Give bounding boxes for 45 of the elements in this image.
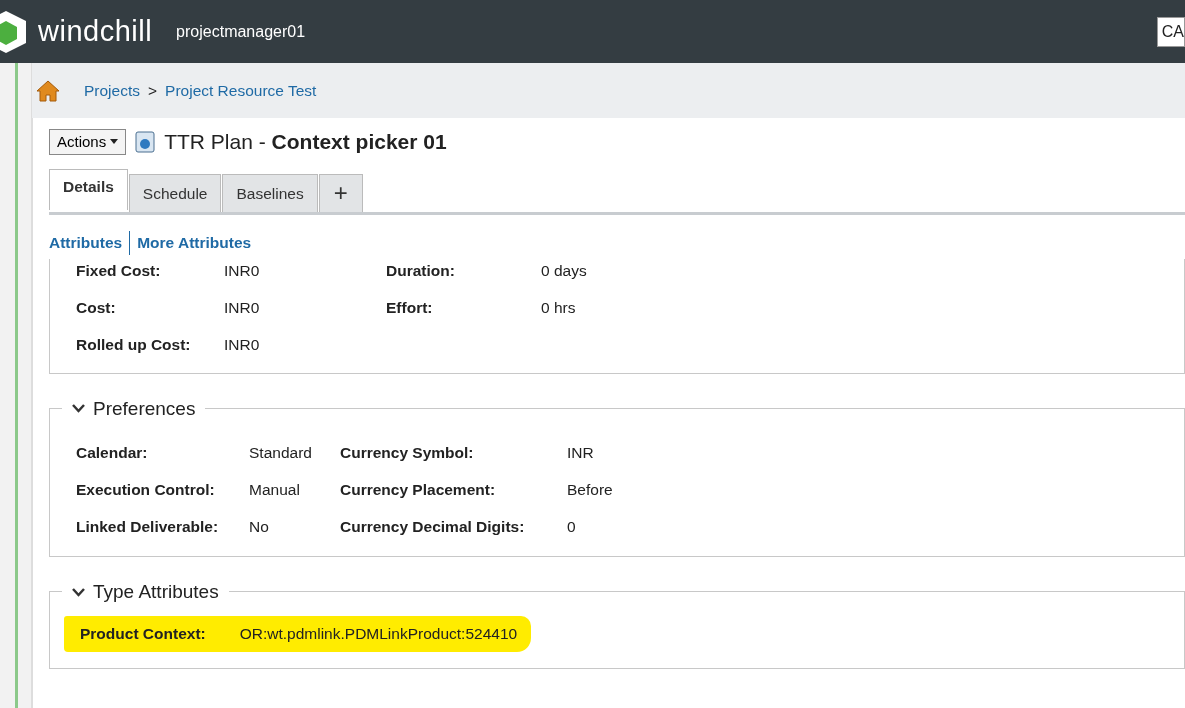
section-title: Type Attributes bbox=[93, 580, 219, 605]
sub-tab-link[interactable]: More Attributes bbox=[137, 231, 252, 255]
attribute-label: Product Context: bbox=[80, 624, 206, 645]
attribute-value: No bbox=[249, 517, 270, 537]
section-title: Preferences bbox=[93, 396, 196, 421]
attribute-label: Duration: bbox=[386, 260, 456, 281]
actions-menu-button[interactable]: Actions bbox=[49, 128, 127, 155]
attribute-label: Effort: bbox=[386, 298, 434, 318]
attribute-value: Standard bbox=[249, 442, 313, 463]
attribute-label: Execution Control: bbox=[76, 479, 216, 500]
attribute-value: INR0 bbox=[224, 335, 261, 356]
attribute-label: Linked Deliverable: bbox=[76, 517, 220, 537]
tab[interactable]: Schedule bbox=[128, 173, 222, 212]
chevron-down-icon[interactable] bbox=[72, 588, 85, 597]
tab[interactable]: + bbox=[318, 173, 363, 212]
attribute-value: INR0 bbox=[224, 260, 261, 281]
attribute-value: 0 hrs bbox=[541, 298, 577, 318]
attribute-value: OR:wt.pdmlink.PDMLinkProduct:524410 bbox=[239, 624, 518, 645]
breadcrumb-link[interactable]: Projects bbox=[84, 78, 140, 103]
breadcrumb-separator: > bbox=[148, 80, 158, 101]
logo-text: windchill bbox=[38, 13, 153, 49]
tab[interactable]: Details bbox=[49, 168, 128, 210]
attribute-label: Rolled up Cost: bbox=[76, 335, 192, 356]
attribute-label: Calendar: bbox=[76, 442, 149, 463]
user-name[interactable]: projectmanager01 bbox=[176, 19, 306, 44]
attribute-value: INR bbox=[567, 442, 595, 463]
attribute-value: 0 days bbox=[541, 260, 588, 281]
home-icon[interactable] bbox=[36, 79, 60, 102]
attribute-value: Before bbox=[567, 479, 614, 500]
attribute-label: Fixed Cost: bbox=[76, 260, 162, 281]
attribute-label: Currency Decimal Digits: bbox=[340, 517, 526, 537]
attribute-label: Currency Symbol: bbox=[340, 442, 475, 463]
attribute-label: Cost: bbox=[76, 298, 117, 318]
sub-tab-link[interactable]: Attributes bbox=[49, 231, 123, 255]
caret-icon bbox=[110, 139, 119, 145]
tab[interactable]: Baselines bbox=[222, 173, 318, 212]
attribute-value: Manual bbox=[249, 479, 301, 500]
attribute-label: Currency Placement: bbox=[340, 479, 497, 500]
page-title: TTR Plan - Context picker 01 bbox=[164, 129, 447, 155]
attribute-value: 0 bbox=[567, 517, 577, 537]
attribute-value: INR0 bbox=[224, 298, 261, 318]
plan-icon bbox=[134, 129, 157, 154]
breadcrumb-link[interactable]: Project Resource Test bbox=[165, 78, 317, 103]
chevron-down-icon[interactable] bbox=[72, 404, 85, 414]
search-field[interactable]: CA bbox=[1156, 16, 1185, 47]
